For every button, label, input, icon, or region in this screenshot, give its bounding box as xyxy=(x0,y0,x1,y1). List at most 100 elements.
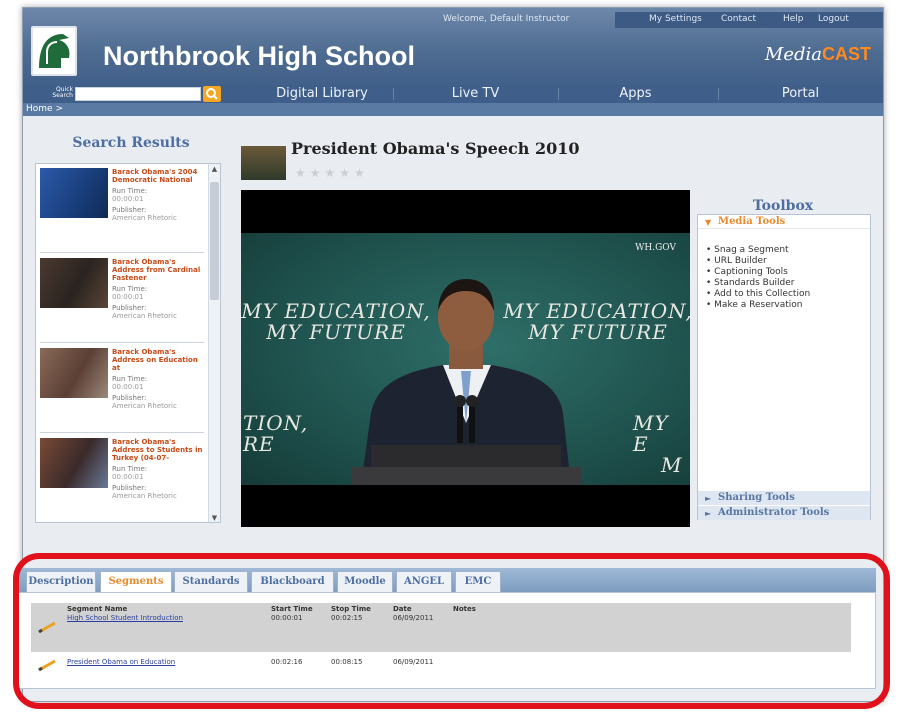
my-settings-link[interactable]: My Settings xyxy=(649,14,702,24)
media-tools-list: Snag a Segment URL Builder Captioning To… xyxy=(706,245,810,311)
divider xyxy=(40,252,204,253)
media-tools-header[interactable]: ▼ Media Tools xyxy=(698,215,870,229)
results-scrollbar[interactable]: ▲ ▼ xyxy=(208,164,220,522)
segment-name-link[interactable]: High School Student Introduction xyxy=(67,614,183,623)
result-item[interactable]: Barack Obama's 2004 Democratic National … xyxy=(36,164,206,254)
result-thumbnail[interactable] xyxy=(40,258,108,308)
search-icon xyxy=(206,88,218,100)
quick-search-label: Quick Search xyxy=(27,87,73,99)
video-player[interactable]: MY EDUCATION, MY FUTURE MY EDUCATION, MY F… xyxy=(241,190,692,527)
result-title[interactable]: Barack Obama's Address to Students in Tu… xyxy=(112,438,204,462)
stop-time-header: Stop Time xyxy=(331,605,371,613)
rating-stars[interactable]: ★★★★★ xyxy=(295,166,369,180)
result-info: Barack Obama's Address to Students in Tu… xyxy=(112,438,204,500)
video-title: President Obama's Speech 2010 xyxy=(291,139,580,158)
segment-row[interactable]: Segment Name High School Student Introdu… xyxy=(31,603,851,652)
quick-search-input[interactable] xyxy=(75,87,201,101)
segment-date: 06/09/2011 xyxy=(393,614,434,622)
slogan-fragment-right: MY EM xyxy=(633,413,690,476)
nav-apps[interactable]: Apps xyxy=(558,85,713,103)
segment-name-header: Segment Name xyxy=(67,605,128,613)
chevron-right-icon: ► xyxy=(705,508,712,518)
administrator-tools-header[interactable]: ► Administrator Tools xyxy=(698,506,870,520)
result-title[interactable]: Barack Obama's Address from Cardinal Fas… xyxy=(112,258,204,282)
result-publisher-label: Publisher: xyxy=(112,206,147,214)
tab-emc[interactable]: EMC xyxy=(455,571,501,592)
standards-builder-link[interactable]: Standards Builder xyxy=(706,278,810,289)
tab-segments[interactable]: Segments xyxy=(100,571,172,593)
edit-pencil-icon[interactable] xyxy=(37,621,59,633)
result-title[interactable]: Barack Obama's 2004 Democratic National xyxy=(112,168,204,184)
result-runtime-label: Run Time: xyxy=(112,187,148,195)
nav-portal[interactable]: Portal xyxy=(718,85,883,103)
result-publisher: American Rhetoric xyxy=(112,402,177,410)
result-publisher: American Rhetoric xyxy=(112,214,177,222)
tab-description[interactable]: Description xyxy=(26,571,96,592)
tab-moodle[interactable]: Moodle xyxy=(337,571,393,592)
sharing-tools-header[interactable]: ► Sharing Tools xyxy=(698,491,870,505)
segment-start-time: 00:00:01 xyxy=(271,614,303,622)
result-item[interactable]: Barack Obama's Address from Cardinal Fas… xyxy=(36,254,206,344)
site-header: Welcome, Default Instructor My Settings … xyxy=(23,8,883,85)
segment-start-time: 00:02:16 xyxy=(271,658,303,666)
result-thumbnail[interactable] xyxy=(40,438,108,488)
divider xyxy=(40,342,204,343)
result-thumbnail[interactable] xyxy=(40,168,108,218)
url-builder-link[interactable]: URL Builder xyxy=(706,256,810,267)
edit-pencil-icon[interactable] xyxy=(37,659,59,671)
fragment-line1: MY E xyxy=(633,411,669,456)
sharing-tools-label: Sharing Tools xyxy=(718,492,795,503)
welcome-text: Welcome, Default Instructor xyxy=(443,14,570,24)
mediacast-logo: MediaCAST xyxy=(765,44,871,65)
chevron-down-icon: ▼ xyxy=(705,217,712,227)
segment-name-link[interactable]: President Obama on Education xyxy=(67,658,175,667)
result-item[interactable]: Barack Obama's Address to Students in Tu… xyxy=(36,434,206,522)
result-runtime: 00:00:01 xyxy=(112,473,144,481)
school-name: Northbrook High School xyxy=(103,41,415,71)
tab-standards[interactable]: Standards xyxy=(174,571,248,592)
search-results-list[interactable]: Barack Obama's 2004 Democratic National … xyxy=(35,163,221,523)
snag-segment-link[interactable]: Snag a Segment xyxy=(706,245,810,256)
result-runtime-label: Run Time: xyxy=(112,465,148,473)
result-info: Barack Obama's 2004 Democratic National … xyxy=(112,168,204,222)
nav-digital-library[interactable]: Digital Library xyxy=(237,85,407,103)
segment-row[interactable]: President Obama on Education 00:02:16 00… xyxy=(31,655,851,675)
toolbox-accordion: ▼ Media Tools Snag a Segment URL Builder … xyxy=(697,214,871,520)
segment-date: 06/09/2011 xyxy=(393,658,434,666)
fragment-line2: RE xyxy=(243,432,275,456)
make-reservation-link[interactable]: Make a Reservation xyxy=(706,300,810,311)
scrollbar-thumb[interactable] xyxy=(210,182,219,300)
spartan-helmet-icon xyxy=(33,28,75,74)
result-runtime-label: Run Time: xyxy=(112,285,148,293)
media-tools-label: Media Tools xyxy=(718,216,786,227)
spartan-logo[interactable] xyxy=(31,26,77,76)
tab-blackboard[interactable]: Blackboard xyxy=(251,571,334,592)
search-results-panel: Search Results Barack Obama's 2004 Democ… xyxy=(31,123,231,523)
tab-angel[interactable]: ANGEL xyxy=(396,571,452,592)
breadcrumb-home[interactable]: Home > xyxy=(26,104,63,114)
search-button[interactable] xyxy=(203,86,221,102)
scroll-down-arrow-icon[interactable]: ▼ xyxy=(210,514,219,522)
result-title[interactable]: Barack Obama's Address on Education at xyxy=(112,348,204,372)
start-time-header: Start Time xyxy=(271,605,313,613)
segment-stop-time: 00:08:15 xyxy=(331,658,363,666)
brand-prefix: Media xyxy=(764,44,822,65)
logout-link[interactable]: Logout xyxy=(818,14,849,24)
slogan-fragment-left: TION, RE xyxy=(243,413,308,455)
scroll-up-arrow-icon[interactable]: ▲ xyxy=(210,165,219,174)
result-item[interactable]: Barack Obama's Address on Education at R… xyxy=(36,344,206,434)
segment-stop-time: 00:02:15 xyxy=(331,614,363,622)
quick-search-label-line2: Search xyxy=(52,92,73,99)
captioning-tools-link[interactable]: Captioning Tools xyxy=(706,267,810,278)
result-runtime: 00:00:01 xyxy=(112,383,144,391)
add-to-collection-link[interactable]: Add to this Collection xyxy=(706,289,810,300)
search-results-title: Search Results xyxy=(72,135,190,151)
top-utility-bar: Welcome, Default Instructor My Settings … xyxy=(23,12,883,28)
tab-strip: Description Segments Standards Blackboar… xyxy=(16,568,876,593)
help-link[interactable]: Help xyxy=(783,14,804,24)
nav-live-tv[interactable]: Live TV xyxy=(393,85,558,103)
administrator-tools-label: Administrator Tools xyxy=(718,507,830,518)
result-runtime-label: Run Time: xyxy=(112,375,148,383)
result-thumbnail[interactable] xyxy=(40,348,108,398)
contact-link[interactable]: Contact xyxy=(721,14,756,24)
